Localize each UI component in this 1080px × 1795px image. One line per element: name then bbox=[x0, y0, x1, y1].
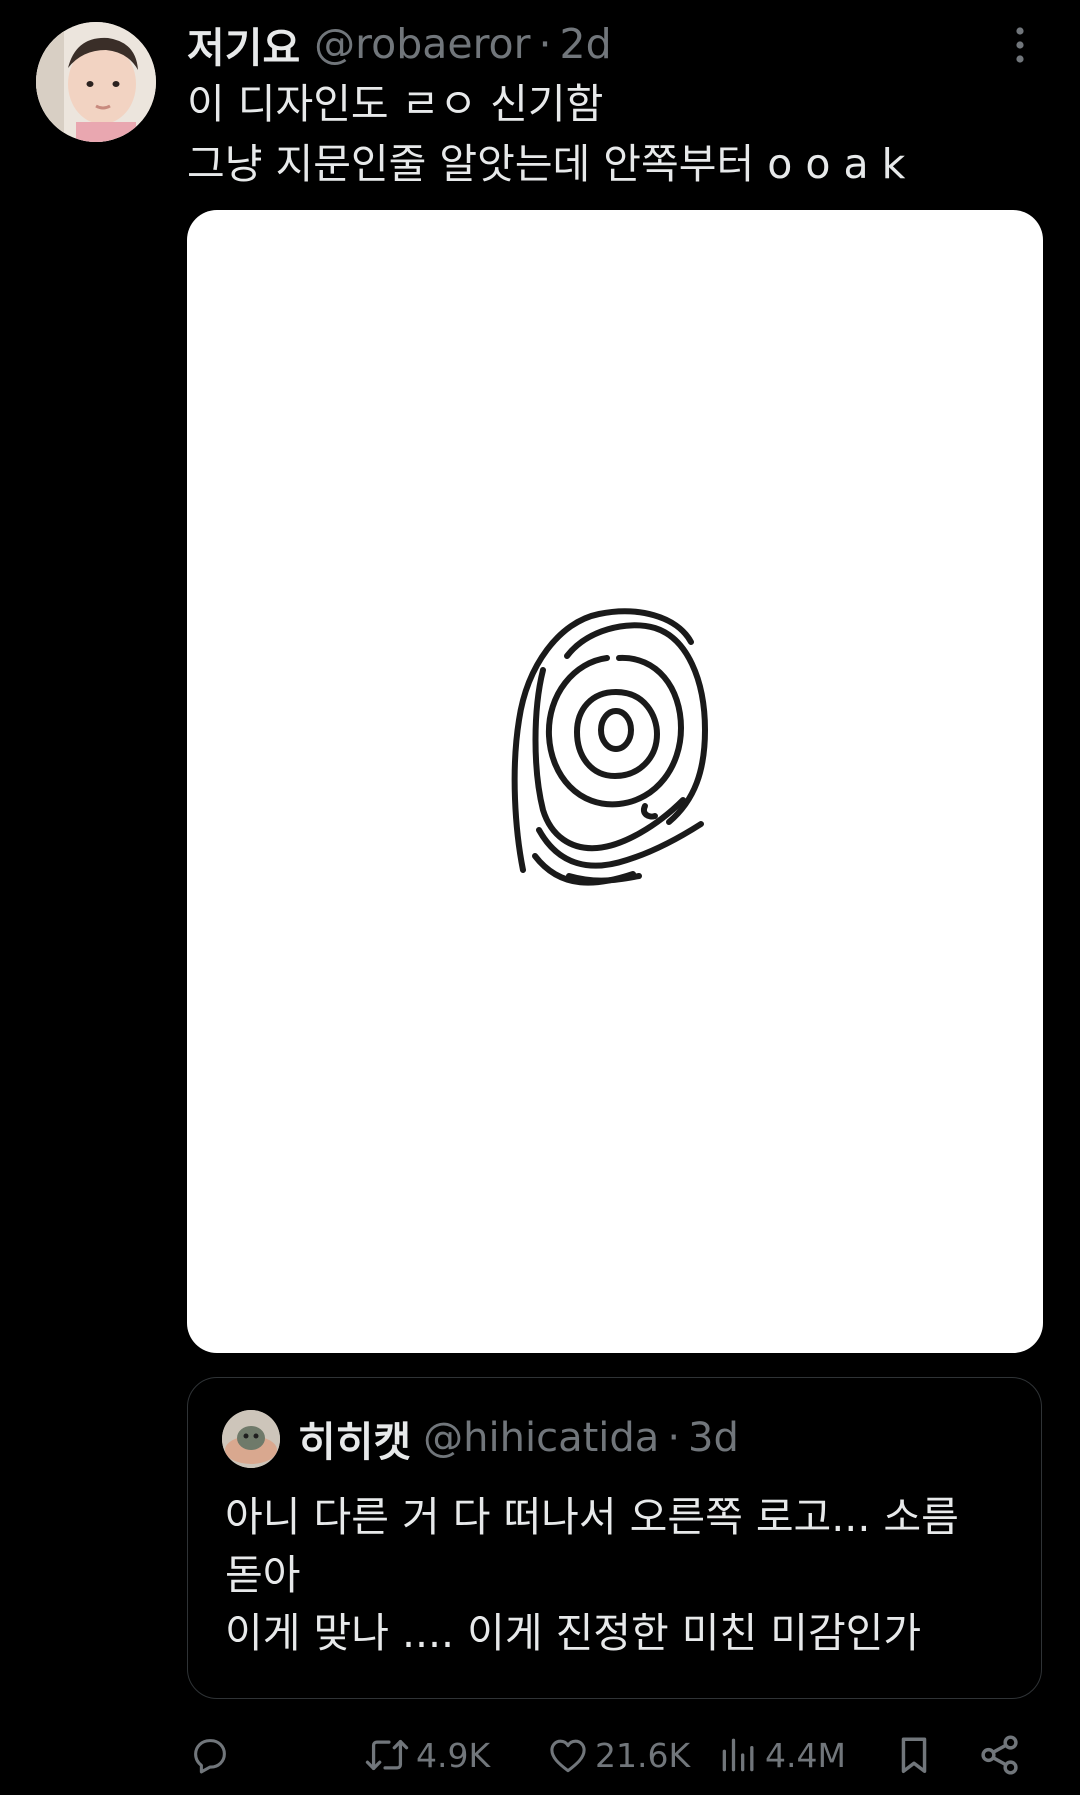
tweet-action-bar: 4.9K 21.6K 4.4M bbox=[187, 1725, 1043, 1785]
retweet-icon bbox=[365, 1739, 409, 1771]
quoted-text-line: 돋아 bbox=[225, 1551, 301, 1599]
quoted-tweet-text: 아니 다른 거 다 떠나서 오른쪽 로고... 소름 돋아 이게 맞나 ....… bbox=[225, 1488, 1025, 1662]
bookmark-icon bbox=[901, 1737, 927, 1774]
separator-dot: · bbox=[538, 20, 552, 68]
tweet-media-image[interactable] bbox=[187, 210, 1043, 1353]
quoted-tweet-card[interactable]: 히히캣 @hihicatida · 3d 아니 다른 거 다 떠나서 오른쪽 로… bbox=[187, 1377, 1042, 1699]
views-button[interactable]: 4.4M bbox=[717, 1725, 846, 1785]
quoted-avatar-photo bbox=[222, 1410, 280, 1468]
tweet-text-line: 그냥 지문인줄 알앗는데 안쪽부터 o o a k bbox=[187, 140, 906, 188]
avatar-photo bbox=[36, 22, 156, 142]
tweet-header: 저기요 @robaeror · 2d bbox=[187, 14, 612, 74]
author-display-name[interactable]: 저기요 bbox=[187, 14, 300, 74]
share-button[interactable] bbox=[977, 1725, 1023, 1785]
more-options-button[interactable] bbox=[1000, 22, 1040, 68]
quoted-author-display-name[interactable]: 히히캣 bbox=[298, 1408, 411, 1468]
bookmark-button[interactable] bbox=[891, 1725, 937, 1785]
quoted-author-handle[interactable]: @hihicatida bbox=[423, 1415, 659, 1461]
heart-icon bbox=[550, 1739, 586, 1773]
author-handle[interactable]: @robaeror bbox=[314, 20, 530, 68]
tweet-text: 이 디자인도 ㄹㅇ 신기함 그냥 지문인줄 알앗는데 안쪽부터 o o a k bbox=[187, 74, 1047, 194]
reply-button[interactable] bbox=[187, 1725, 233, 1785]
views-icon bbox=[722, 1738, 754, 1772]
retweet-count: 4.9K bbox=[416, 1735, 491, 1775]
like-count: 21.6K bbox=[595, 1735, 691, 1775]
like-button[interactable]: 21.6K bbox=[545, 1725, 690, 1785]
quoted-author-avatar[interactable] bbox=[222, 1410, 280, 1468]
quoted-tweet-header: 히히캣 @hihicatida · 3d bbox=[298, 1408, 739, 1468]
quoted-text-line: 아니 다른 거 다 떠나서 오른쪽 로고... 소름 bbox=[225, 1493, 959, 1541]
quoted-tweet-timestamp[interactable]: 3d bbox=[688, 1415, 739, 1461]
quoted-text-line: 이게 맞나 .... 이게 진정한 미친 미감인가 bbox=[225, 1609, 922, 1657]
author-avatar[interactable] bbox=[36, 22, 156, 142]
quoted-separator-dot: · bbox=[667, 1415, 681, 1461]
share-icon bbox=[981, 1735, 1018, 1775]
tweet-timestamp[interactable]: 2d bbox=[560, 20, 612, 68]
reply-icon bbox=[194, 1739, 226, 1774]
fingerprint-logo-image bbox=[511, 608, 708, 886]
more-vertical-icon bbox=[1016, 27, 1024, 63]
view-count: 4.4M bbox=[765, 1735, 846, 1775]
tweet-text-line: 이 디자인도 ㄹㅇ 신기함 bbox=[187, 80, 604, 128]
retweet-button[interactable]: 4.9K bbox=[362, 1725, 490, 1785]
